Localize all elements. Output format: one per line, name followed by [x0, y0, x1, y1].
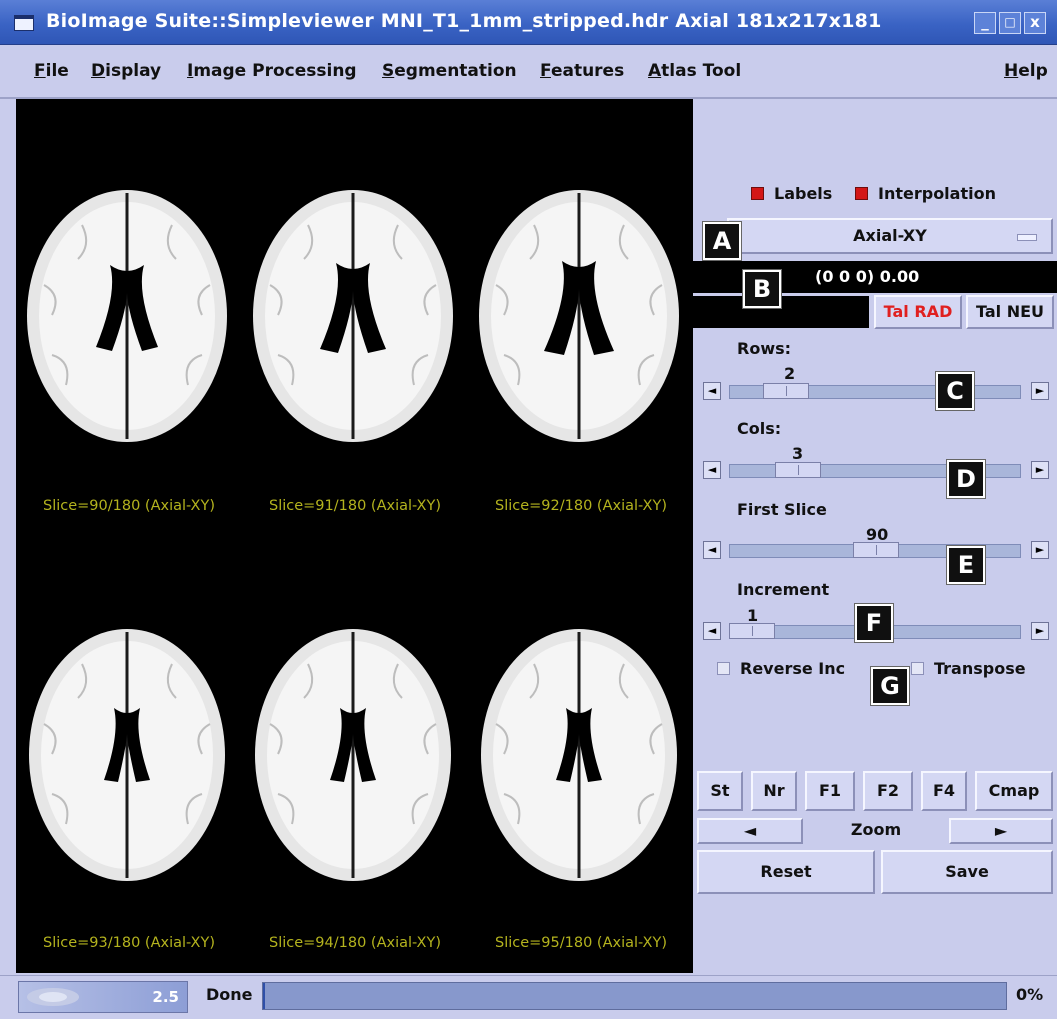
- brain-slice-image: [479, 190, 679, 442]
- menu-help[interactable]: Help: [1004, 61, 1048, 81]
- status-text: Done: [206, 985, 253, 1004]
- menu-bar: File Display Image Processing Segmentati…: [0, 45, 1057, 99]
- f2-button[interactable]: F2: [863, 771, 913, 811]
- rows-increment-button[interactable]: ►: [1031, 382, 1049, 400]
- menu-file[interactable]: File: [34, 61, 69, 81]
- reverse-inc-checkbox[interactable]: Reverse Inc: [717, 659, 845, 678]
- callout-g: G: [870, 666, 910, 706]
- brain-slice-image: [481, 629, 677, 881]
- slice-label: Slice=91/180 (Axial-XY): [269, 498, 441, 514]
- zoom-value: 2.5: [152, 988, 179, 1006]
- rows-decrement-button[interactable]: ◄: [703, 382, 721, 400]
- progress-percent: 0%: [1016, 985, 1044, 1004]
- callout-b: B: [742, 269, 782, 309]
- minimize-button[interactable]: _: [974, 12, 996, 34]
- increment-increment-button[interactable]: ►: [1031, 622, 1049, 640]
- window-icon[interactable]: [14, 15, 34, 31]
- zoom-in-button[interactable]: ►: [949, 818, 1053, 844]
- increment-label: Increment: [737, 580, 830, 599]
- tal-rad-button[interactable]: Tal RAD: [874, 295, 962, 329]
- menu-features[interactable]: Features: [540, 61, 624, 81]
- brain-slice-image: [27, 190, 227, 442]
- dropdown-indicator-icon: [1017, 234, 1037, 241]
- checkbox-on-icon: [751, 187, 764, 200]
- nr-button[interactable]: Nr: [751, 771, 797, 811]
- cols-decrement-button[interactable]: ◄: [703, 461, 721, 479]
- rows-value: 2: [784, 364, 796, 383]
- first-slice-decrement-button[interactable]: ◄: [703, 541, 721, 559]
- cmap-button[interactable]: Cmap: [975, 771, 1053, 811]
- save-button[interactable]: Save: [881, 850, 1053, 894]
- zoom-out-button[interactable]: ◄: [697, 818, 803, 844]
- tal-neu-button[interactable]: Tal NEU: [966, 295, 1054, 329]
- orientation-value: Axial-XY: [853, 226, 927, 245]
- zoom-indicator: 2.5: [18, 981, 188, 1013]
- callout-d: D: [946, 459, 986, 499]
- f1-button[interactable]: F1: [805, 771, 855, 811]
- title-bar: BioImage Suite::Simpleviewer MNI_T1_1mm_…: [0, 0, 1057, 45]
- checkbox-off-icon: [911, 662, 924, 675]
- window-title: BioImage Suite::Simpleviewer MNI_T1_1mm_…: [46, 10, 882, 32]
- rows-slider-thumb[interactable]: [763, 383, 809, 399]
- transpose-checkbox[interactable]: Transpose: [911, 659, 1026, 678]
- cols-value: 3: [792, 444, 804, 463]
- first-slice-label: First Slice: [737, 500, 827, 519]
- menu-segmentation[interactable]: Segmentation: [382, 61, 517, 81]
- orientation-dropdown[interactable]: Axial-XY: [727, 218, 1053, 254]
- callout-f: F: [854, 603, 894, 643]
- maximize-button[interactable]: □: [999, 12, 1021, 34]
- brain-slice-image: [29, 629, 225, 881]
- progress-fill: [263, 983, 265, 1009]
- first-slice-slider-thumb[interactable]: [853, 542, 899, 558]
- st-button[interactable]: St: [697, 771, 743, 811]
- callout-e: E: [946, 545, 986, 585]
- status-bar: 2.5 Done 0%: [0, 975, 1057, 1019]
- slice-label: Slice=95/180 (Axial-XY): [495, 935, 667, 951]
- reset-button[interactable]: Reset: [697, 850, 875, 894]
- brain-slice-image: [253, 190, 453, 442]
- rows-label: Rows:: [737, 339, 792, 358]
- cols-label: Cols:: [737, 419, 782, 438]
- slice-label: Slice=93/180 (Axial-XY): [43, 935, 215, 951]
- tal-coordinate-display: [693, 296, 869, 328]
- f4-button[interactable]: F4: [921, 771, 967, 811]
- slice-label: Slice=90/180 (Axial-XY): [43, 498, 215, 514]
- callout-a: A: [702, 221, 742, 261]
- checkbox-off-icon: [717, 662, 730, 675]
- menu-atlas-tool[interactable]: Atlas Tool: [648, 61, 741, 81]
- zoom-preview-icon: [27, 988, 79, 1006]
- close-button[interactable]: x: [1024, 12, 1046, 34]
- image-viewer[interactable]: Slice=90/180 (Axial-XY) Slice=91/180 (Ax…: [16, 99, 693, 973]
- checkbox-on-icon: [855, 187, 868, 200]
- slice-label: Slice=92/180 (Axial-XY): [495, 498, 667, 514]
- interpolation-checkbox[interactable]: Interpolation: [855, 184, 996, 203]
- cols-slider-thumb[interactable]: [775, 462, 821, 478]
- labels-checkbox[interactable]: Labels: [751, 184, 832, 203]
- progress-bar: [262, 982, 1007, 1010]
- first-slice-increment-button[interactable]: ►: [1031, 541, 1049, 559]
- brain-slice-image: [255, 629, 451, 881]
- menu-image-processing[interactable]: Image Processing: [187, 61, 357, 81]
- cols-increment-button[interactable]: ►: [1031, 461, 1049, 479]
- control-panel: Labels Interpolation Axial-XY (0 0 0) 0.…: [693, 99, 1057, 973]
- slice-label: Slice=94/180 (Axial-XY): [269, 935, 441, 951]
- callout-c: C: [935, 371, 975, 411]
- zoom-label: Zoom: [850, 820, 902, 839]
- increment-slider-thumb[interactable]: [729, 623, 775, 639]
- menu-display[interactable]: Display: [91, 61, 161, 81]
- increment-decrement-button[interactable]: ◄: [703, 622, 721, 640]
